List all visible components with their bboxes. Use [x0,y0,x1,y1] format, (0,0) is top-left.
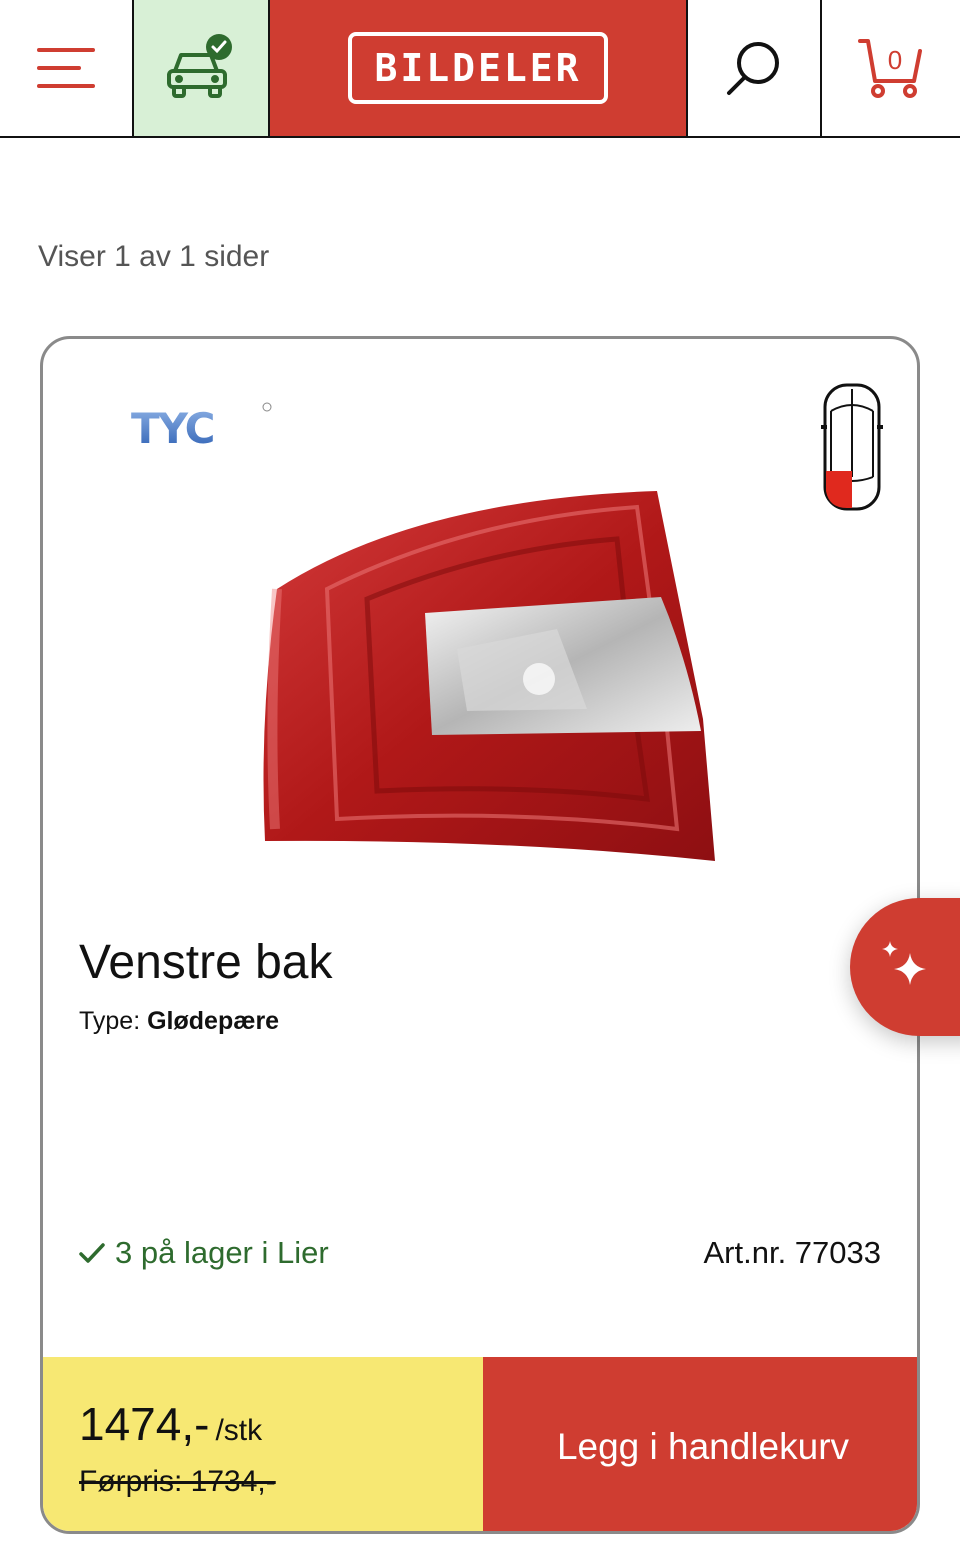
search-button[interactable] [688,0,822,136]
brand-logo: BILDELER [348,32,608,104]
price-value: 1474,- [79,1398,210,1450]
product-title[interactable]: Venstre bak [79,935,333,990]
product-card[interactable]: TYC Venstre bak Type: Glødepære 3 på lag… [40,336,920,1534]
car-position-icon [821,383,883,511]
add-to-cart-button[interactable]: Legg i handlekurv [483,1357,917,1531]
product-image [263,491,715,861]
cart-button[interactable]: 0 [822,0,960,136]
stock-text: 3 på lager i Lier [115,1235,329,1270]
product-type-label: Type: [79,1007,141,1035]
car-check-icon [167,34,232,98]
price-box: 1474,-/stk Førpris: 1734,- [43,1357,483,1531]
top-navigation: BILDELER 0 [0,0,960,138]
select-car-button[interactable] [134,0,270,136]
stock-status: 3 på lager i Lier [79,1235,329,1271]
cart-count: 0 [888,45,902,75]
old-price: Førpris: 1734,- [79,1465,276,1498]
sparkle-icon [882,941,926,985]
tyc-logo: TYC [131,402,272,451]
brand-logo-link[interactable]: BILDELER [270,0,688,136]
product-type-value: Glødepære [147,1007,280,1035]
menu-icon [37,48,95,88]
price: 1474,-/stk [79,1397,262,1451]
search-icon [727,42,779,95]
article-number: Art.nr. 77033 [703,1235,881,1270]
svg-text:TYC: TYC [131,404,214,451]
pagination-info: Viser 1 av 1 sider [38,240,270,273]
cart-icon: 0 [858,39,922,98]
check-icon [79,1243,105,1263]
product-type: Type: Glødepære [79,1007,279,1036]
price-unit: /stk [215,1414,263,1447]
menu-button[interactable] [0,0,134,136]
